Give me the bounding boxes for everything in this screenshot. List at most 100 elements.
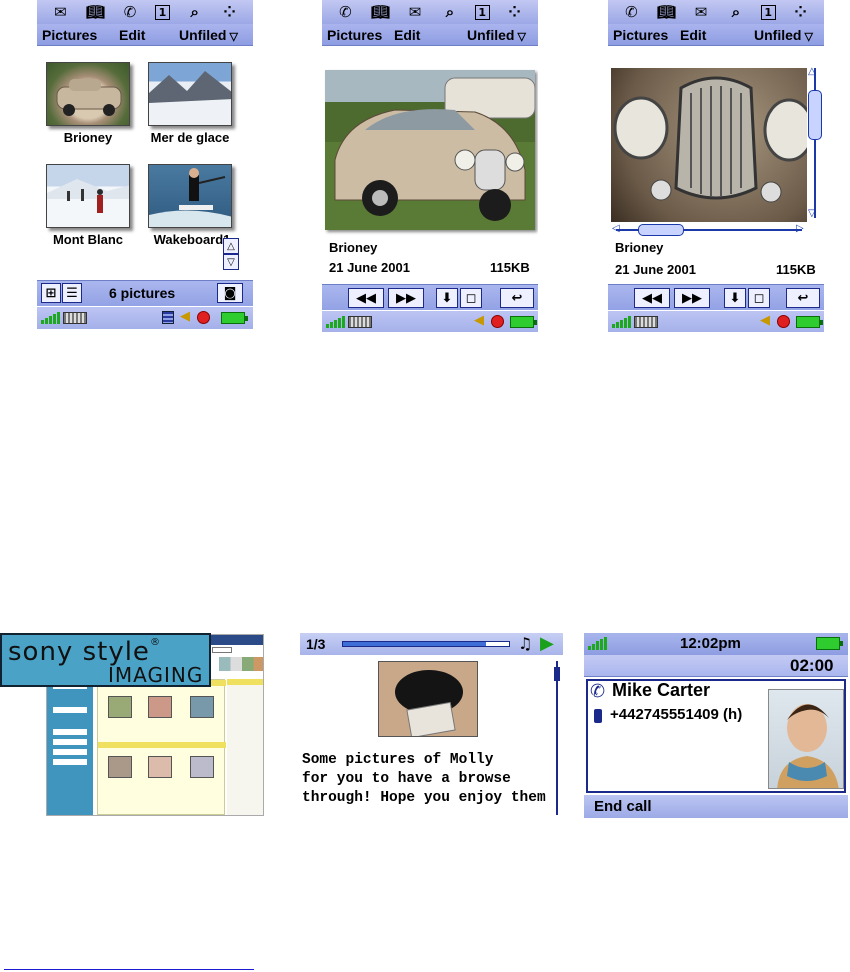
list-view-icon[interactable]: ☰ <box>62 283 82 303</box>
mobile-phone-icon <box>594 709 602 723</box>
web-album-thumb[interactable] <box>190 756 214 778</box>
calendar-icon[interactable]: 1 <box>474 4 490 20</box>
message-line: through! Hope you enjoy them <box>302 790 546 806</box>
grid-view-icon[interactable]: ⊞ <box>41 283 61 303</box>
edit-menu[interactable]: Edit <box>680 27 706 43</box>
speaker-icon[interactable]: ◀︎ <box>474 313 484 328</box>
thumbnail-brioney[interactable] <box>46 62 130 126</box>
hyperlink-underline[interactable] <box>4 969 254 970</box>
sony-style-imaging-logo: sony style® IMAGING <box>0 633 211 687</box>
folder-label: Unfiled <box>467 27 515 43</box>
signal-strength-icon <box>41 312 60 324</box>
web-album-thumb[interactable] <box>148 696 172 718</box>
end-call-button[interactable]: End call <box>594 798 652 815</box>
keyboard-icon[interactable] <box>348 316 372 328</box>
camera-icon[interactable]: ◙ <box>217 283 243 303</box>
thumbnail-footer-bar: ⊞ ☰ 6 pictures ◙ <box>37 280 253 306</box>
pictures-menu[interactable]: Pictures <box>42 27 97 43</box>
search-icon[interactable]: ⌕ <box>726 3 746 21</box>
web-section-header <box>98 742 226 748</box>
car-grille-photo-icon <box>613 76 807 203</box>
next-button[interactable]: ▶▶ <box>674 288 710 308</box>
player-top-bar: 1/3 ♫ ▶ <box>300 633 563 655</box>
scroll-down-button[interactable]: ▽ <box>223 254 239 270</box>
previous-button[interactable]: ◀◀ <box>634 288 670 308</box>
chevron-down-icon: ▽ <box>229 31 238 43</box>
scroll-right-arrow-icon[interactable]: ▷ <box>796 223 804 234</box>
web-sidebar <box>47 675 93 815</box>
previous-button[interactable]: ◀◀ <box>348 288 384 308</box>
envelope-icon[interactable]: ✉ <box>50 3 70 21</box>
thumbnail-wakeboard[interactable] <box>148 164 232 228</box>
calendar-icon[interactable]: 1 <box>154 4 170 20</box>
alarm-icon <box>777 315 790 328</box>
caller-photo <box>768 689 844 789</box>
calendar-icon[interactable]: 1 <box>760 4 776 20</box>
phone-icon[interactable]: ✆ <box>335 3 355 21</box>
next-button[interactable]: ▶▶ <box>388 288 424 308</box>
apps-icon[interactable]: ⁘ <box>505 3 525 21</box>
picture-image <box>325 70 535 230</box>
web-sidebar-button[interactable] <box>53 729 87 735</box>
apps-icon[interactable]: ⁘ <box>220 3 240 21</box>
speaker-icon[interactable]: ◀︎ <box>760 313 770 328</box>
pictures-menu[interactable]: Pictures <box>327 27 382 43</box>
thumbnail-mont-blanc[interactable] <box>46 164 130 228</box>
book-icon[interactable]: 📖︎ <box>85 3 105 21</box>
glacier-photo-icon <box>149 71 231 125</box>
web-album-thumb[interactable] <box>148 756 172 778</box>
web-album-thumb[interactable] <box>108 696 132 718</box>
horizontal-scroll-thumb[interactable] <box>638 224 684 236</box>
save-icon[interactable]: ⬇ <box>724 288 746 308</box>
picture-zoom-screen: ✆ 📖︎ ✉ ⌕ 1 ⁘ Pictures Edit Unfiled ▽ △ ▽ … <box>608 0 824 332</box>
menu-bar: Pictures Edit Unfiled ▽ <box>37 24 253 46</box>
vertical-scroll-thumb[interactable] <box>808 90 822 140</box>
phone-icon[interactable]: ✆ <box>120 3 140 21</box>
thumbnail-mer-de-glace[interactable] <box>148 62 232 126</box>
play-icon[interactable]: ▶ <box>540 633 554 654</box>
menu-bar: Pictures Edit Unfiled ▽ <box>608 24 824 46</box>
keyboard-icon[interactable] <box>634 316 658 328</box>
pictures-menu[interactable]: Pictures <box>613 27 668 43</box>
folder-dropdown[interactable]: Unfiled ▽ <box>754 27 813 43</box>
speaker-icon[interactable]: ◀︎ <box>180 309 190 324</box>
search-icon[interactable]: ⌕ <box>440 3 460 21</box>
fit-screen-icon[interactable]: ◻ <box>460 288 482 308</box>
edit-menu[interactable]: Edit <box>119 27 145 43</box>
apps-icon[interactable]: ⁘ <box>791 3 811 21</box>
envelope-icon[interactable]: ✉ <box>691 3 711 21</box>
web-password-field[interactable] <box>53 707 87 713</box>
fit-screen-icon[interactable]: ◻ <box>748 288 770 308</box>
message-scrollbar[interactable] <box>556 661 558 815</box>
scroll-down-arrow-icon[interactable]: ▽ <box>808 208 816 219</box>
book-icon[interactable]: 📖︎ <box>370 3 390 21</box>
folder-label: Unfiled <box>754 27 802 43</box>
app-icon-bar: ✆ 📖︎ ✉ ⌕ 1 ⁘ <box>322 0 538 24</box>
phone-icon[interactable]: ✆ <box>621 3 641 21</box>
web-sidebar-button[interactable] <box>53 739 87 745</box>
folder-dropdown[interactable]: Unfiled ▽ <box>467 27 526 43</box>
playback-progress-fill <box>343 642 486 646</box>
message-scroll-thumb[interactable] <box>554 667 560 681</box>
scroll-up-arrow-icon[interactable]: △ <box>808 66 816 77</box>
folder-dropdown[interactable]: Unfiled ▽ <box>179 27 238 43</box>
web-sidebar-button[interactable] <box>53 759 87 765</box>
web-album-thumb[interactable] <box>108 756 132 778</box>
caller-number: +442745551409 (h) <box>610 706 743 723</box>
web-album-thumb[interactable] <box>190 696 214 718</box>
call-timer-bar: 02:00 <box>584 655 848 677</box>
envelope-icon[interactable]: ✉ <box>405 3 425 21</box>
search-icon[interactable]: ⌕ <box>185 3 205 21</box>
web-sidebar-button[interactable] <box>53 749 87 755</box>
folder-label: Unfiled <box>179 27 227 43</box>
scroll-up-button[interactable]: △ <box>223 238 239 254</box>
battery-icon <box>816 637 843 650</box>
web-language-select[interactable] <box>212 647 232 653</box>
save-icon[interactable]: ⬇ <box>436 288 458 308</box>
keyboard-icon[interactable] <box>63 312 87 324</box>
back-button[interactable]: ↩ <box>500 288 534 308</box>
scroll-left-arrow-icon[interactable]: ◁ <box>612 223 620 234</box>
edit-menu[interactable]: Edit <box>394 27 420 43</box>
back-button[interactable]: ↩ <box>786 288 820 308</box>
book-icon[interactable]: 📖︎ <box>656 3 676 21</box>
